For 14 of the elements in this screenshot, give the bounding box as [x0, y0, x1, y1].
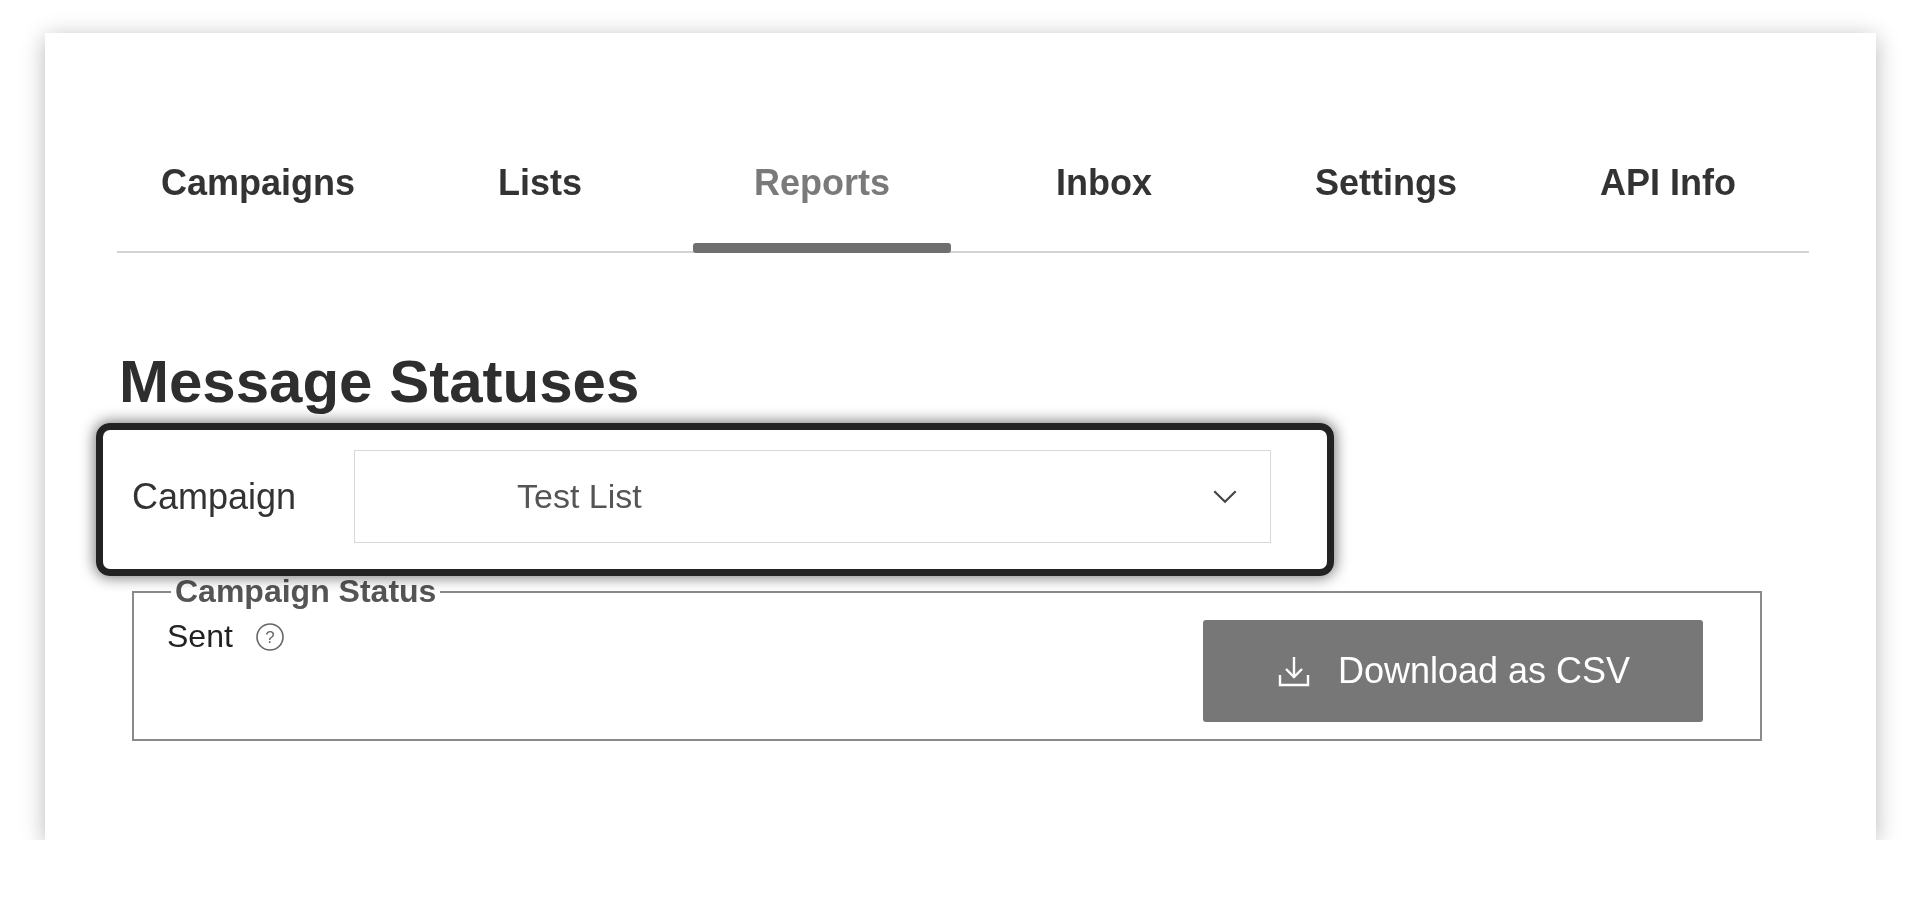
status-text: Sent — [167, 618, 233, 655]
nav-tab[interactable]: Settings — [1245, 121, 1527, 251]
nav-tab[interactable]: API Info — [1527, 121, 1809, 251]
nav-tab[interactable]: Inbox — [963, 121, 1245, 251]
campaign-dropdown[interactable]: Test List — [354, 450, 1271, 543]
download-button[interactable]: Download as CSV — [1203, 620, 1703, 722]
help-icon[interactable]: ? — [254, 621, 285, 652]
nav-tab[interactable]: Campaigns — [117, 121, 399, 251]
chevron-down-icon — [1212, 489, 1238, 504]
nav-tab[interactable]: Reports — [681, 121, 963, 251]
field-label: Campaign — [132, 475, 298, 518]
page-title: Message Statuses — [119, 347, 641, 417]
section-title: Campaign Status — [174, 573, 438, 610]
nav-tab[interactable]: Lists — [399, 121, 681, 251]
